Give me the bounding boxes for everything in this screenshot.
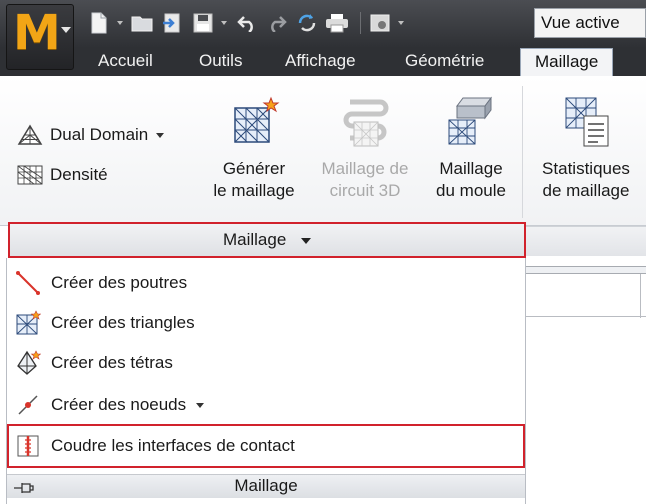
maillage-dropdown-menu: Créer des poutres Créer des triangles Cr…	[6, 258, 526, 504]
tab-maillage[interactable]: Maillage	[520, 48, 614, 78]
workspace-divider-vertical	[640, 274, 641, 318]
stitch-interface-icon	[17, 435, 39, 457]
import-icon[interactable]	[160, 10, 186, 36]
density-button[interactable]: Densité	[16, 162, 108, 188]
circuit-mesh-label-2: circuit 3D	[329, 181, 401, 200]
menu-item-create-triangles[interactable]: Créer des triangles	[15, 306, 195, 340]
beam-icon	[16, 271, 40, 295]
density-icon	[17, 165, 43, 185]
tetra-icon	[17, 350, 41, 375]
generate-mesh-label-2: le maillage	[213, 181, 295, 200]
mesh-type-icon	[17, 124, 43, 145]
generate-mesh-label-1: Générer	[222, 159, 286, 178]
chevron-down-icon	[61, 27, 71, 33]
sync-icon[interactable]	[294, 10, 320, 36]
save-icon[interactable]	[190, 10, 216, 36]
node-icon	[18, 395, 38, 415]
mesh-statistics-icon	[565, 97, 609, 147]
generate-mesh-button[interactable]: Générer le maillage	[204, 86, 304, 202]
panel-title-bar	[526, 226, 646, 256]
app-logo: M	[13, 5, 61, 61]
application-menu-button[interactable]: M	[6, 4, 74, 70]
density-label: Densité	[50, 165, 108, 184]
menu-item-create-beams[interactable]: Créer des poutres	[15, 266, 187, 300]
menu-item-label: Créer des poutres	[51, 273, 188, 292]
toolbar-separator	[360, 12, 361, 34]
save-dropdown[interactable]	[220, 10, 228, 36]
ribbon-separator	[522, 86, 523, 218]
workspace-divider	[520, 316, 646, 317]
mesh-statistics-button[interactable]: Statistiques de maillage	[530, 86, 642, 202]
maillage-panel-expander[interactable]: Maillage	[8, 222, 526, 258]
quick-access-toolbar	[86, 8, 411, 38]
menu-item-label: Créer des noeuds	[51, 395, 187, 414]
tab-geometrie[interactable]: Géométrie	[405, 48, 484, 76]
tab-accueil[interactable]: Accueil	[98, 48, 153, 76]
dual-domain-label: Dual Domain	[50, 125, 149, 144]
toolbar-strip	[520, 266, 646, 274]
mold-mesh-label-1: Maillage	[439, 159, 503, 178]
menu-item-label: Créer des triangles	[51, 313, 195, 332]
new-file-icon[interactable]	[86, 10, 112, 36]
mold-mesh-icon	[448, 96, 492, 145]
circuit-mesh-icon	[343, 99, 389, 147]
menu-item-create-nodes[interactable]: Créer des noeuds	[15, 388, 205, 422]
tab-outils[interactable]: Outils	[199, 48, 242, 76]
menu-footer-label: Maillage	[234, 476, 298, 495]
mold-mesh-button[interactable]: Maillage du moule	[424, 86, 518, 202]
triangle-mesh-icon	[16, 310, 41, 335]
menu-footer: Maillage	[7, 474, 525, 498]
menu-item-label: Créer des tétras	[51, 353, 173, 372]
panel-title: Maillage	[222, 230, 287, 249]
view-manager-icon[interactable]	[367, 10, 393, 36]
circuit-3d-mesh-button: Maillage de circuit 3D	[312, 86, 418, 202]
active-view-selector[interactable]: Vue active	[534, 8, 646, 38]
generate-mesh-icon	[234, 96, 280, 143]
chevron-down-icon	[156, 132, 165, 138]
dual-domain-dropdown[interactable]: Dual Domain	[16, 122, 165, 148]
mesh-statistics-label-2: de maillage	[542, 181, 630, 200]
tab-affichage[interactable]: Affichage	[285, 48, 356, 76]
view-manager-dropdown[interactable]	[397, 10, 405, 36]
ribbon-tabs: Accueil Outils Affichage Géométrie Maill…	[0, 48, 646, 78]
pin-icon[interactable]	[13, 479, 35, 501]
menu-item-label: Coudre les interfaces de contact	[51, 436, 295, 455]
menu-item-stitch-contact-interfaces[interactable]: Coudre les interfaces de contact	[7, 424, 525, 468]
chevron-down-icon	[301, 237, 312, 244]
chevron-down-icon	[196, 402, 205, 408]
mold-mesh-label-2: du moule	[436, 181, 506, 200]
circuit-mesh-label-1: Maillage de	[321, 159, 409, 178]
new-file-dropdown[interactable]	[116, 10, 124, 36]
title-bar: Vue active	[0, 0, 646, 48]
undo-icon[interactable]	[234, 10, 260, 36]
ribbon-panel: Dual Domain Densité Générer le maillage …	[0, 76, 646, 226]
menu-item-create-tetras[interactable]: Créer des tétras	[15, 346, 173, 380]
print-icon[interactable]	[324, 10, 350, 36]
redo-icon[interactable]	[264, 10, 290, 36]
open-folder-icon[interactable]	[130, 10, 156, 36]
mesh-statistics-label-1: Statistiques	[542, 159, 630, 178]
